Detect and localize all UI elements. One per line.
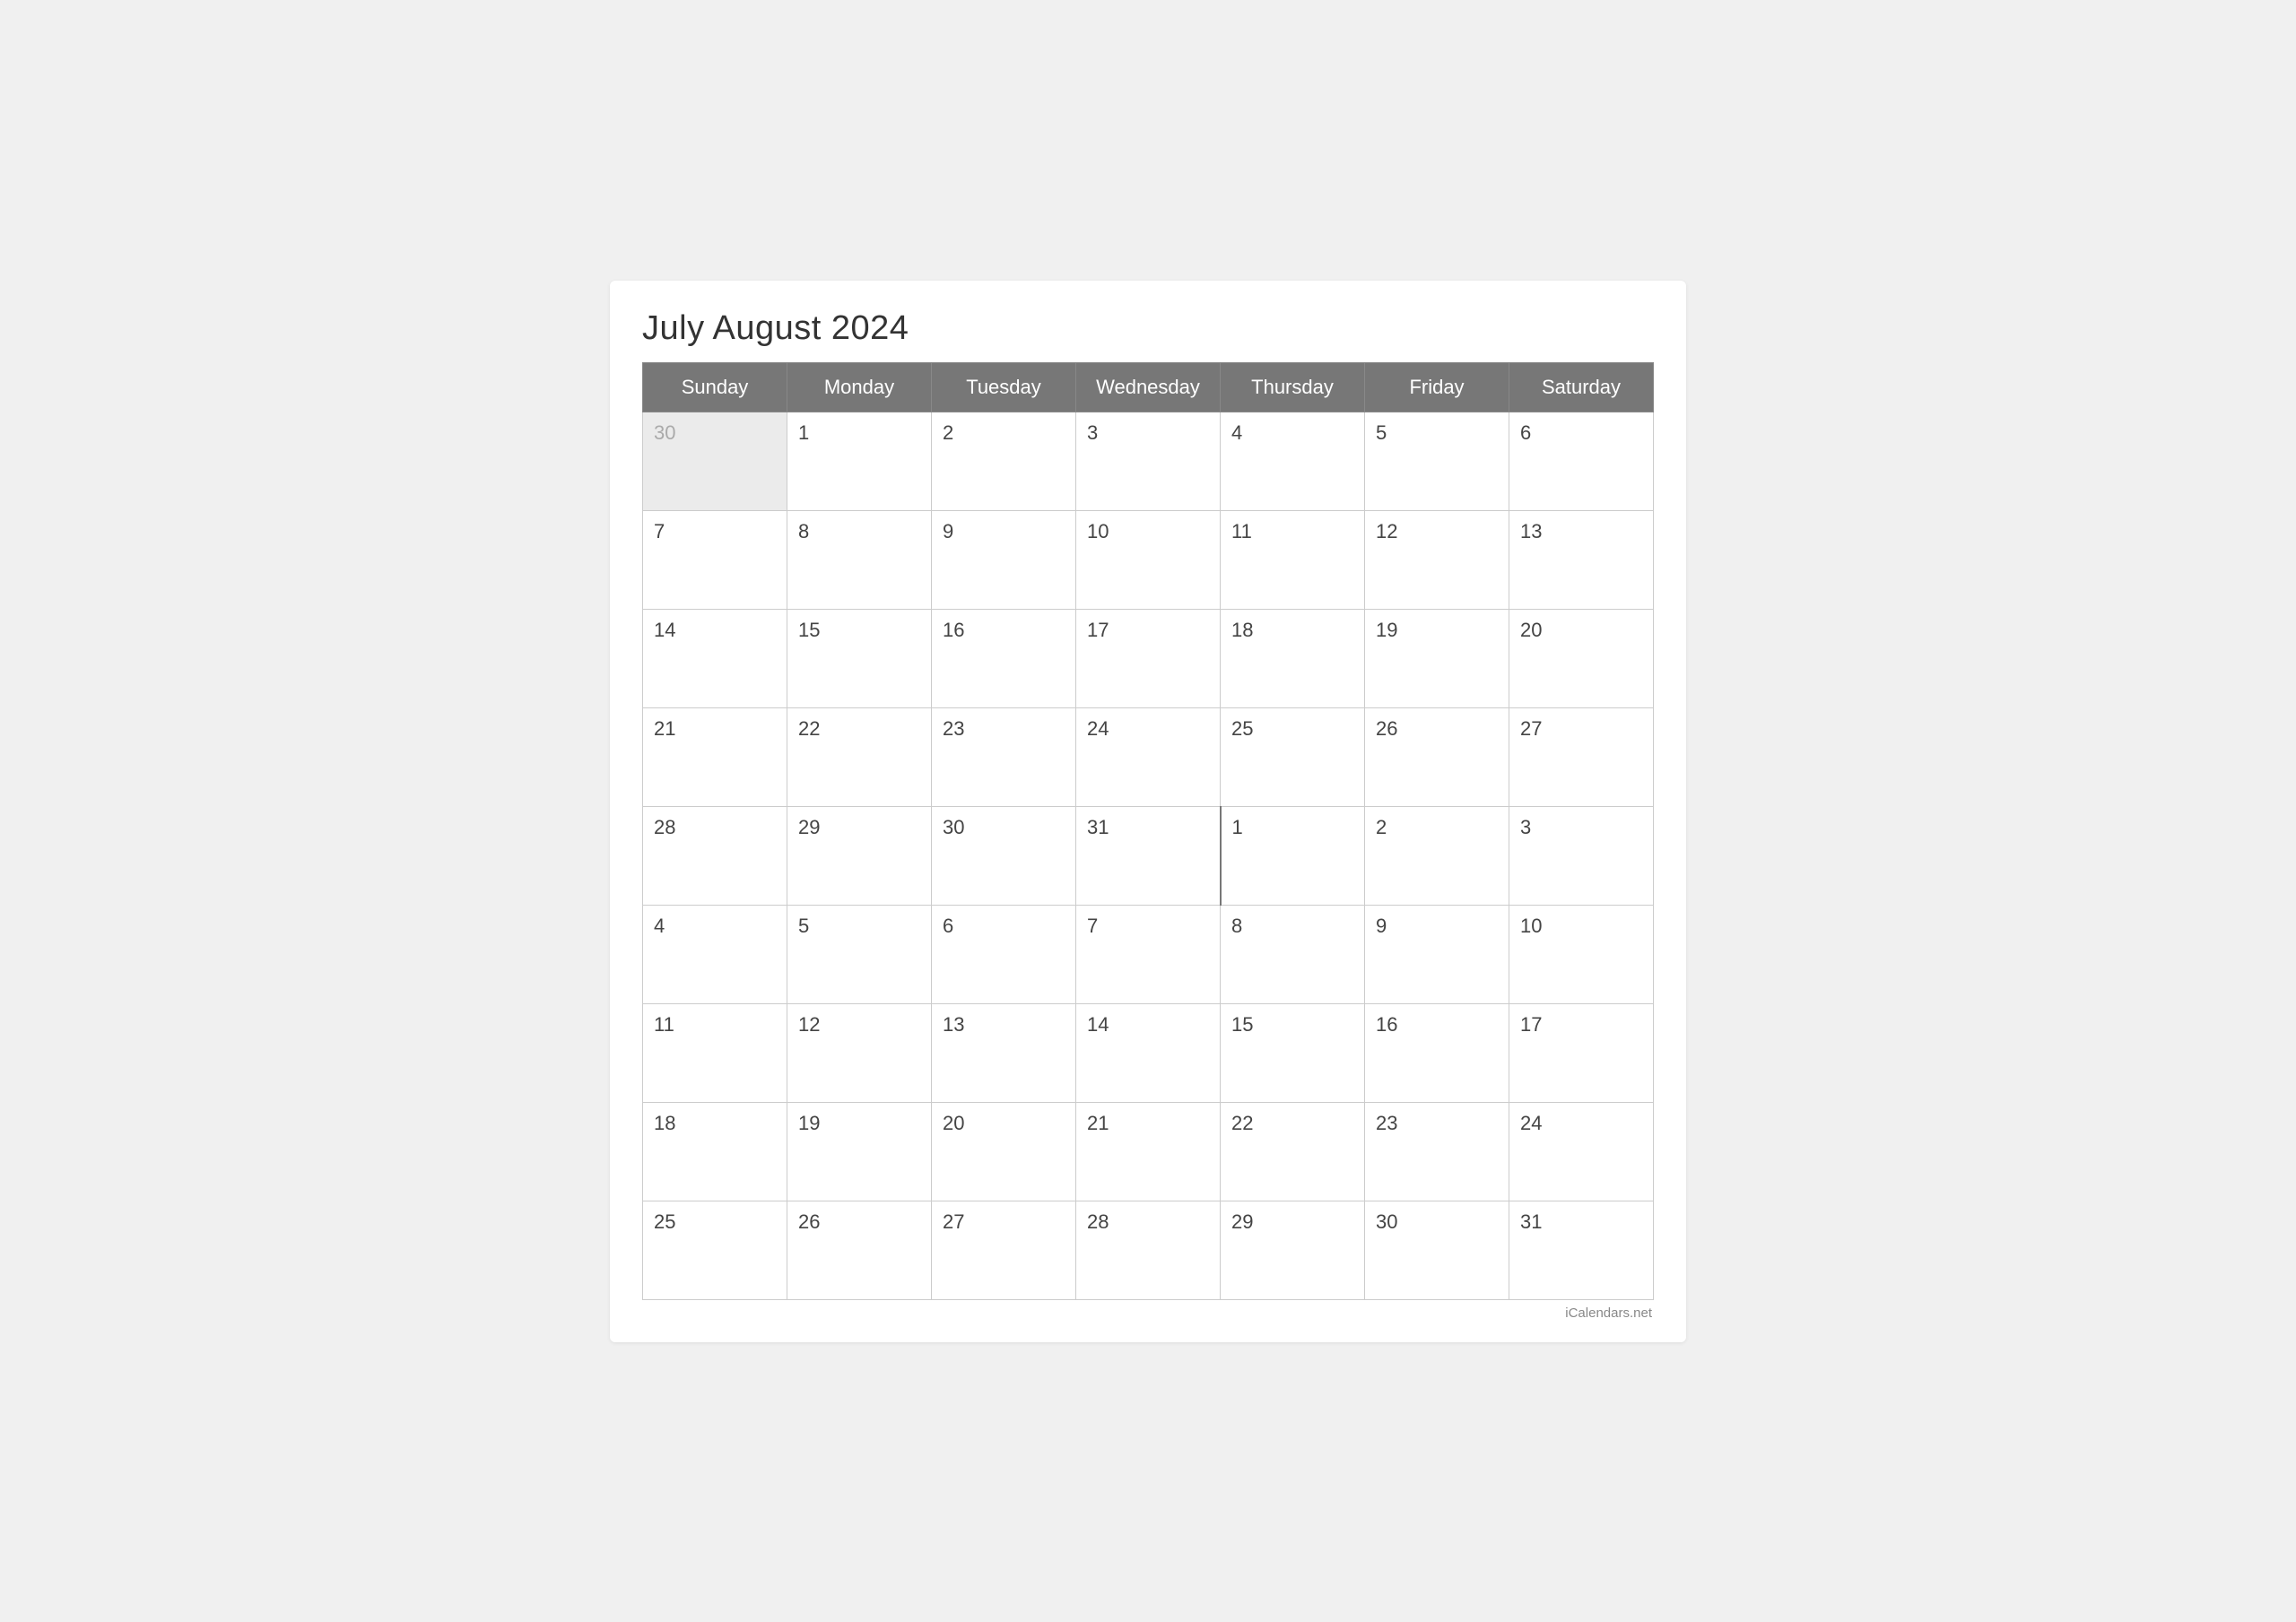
day-cell[interactable]: 23 [1365, 1102, 1509, 1201]
day-cell[interactable]: 7 [1076, 905, 1221, 1003]
day-cell[interactable]: 19 [1365, 609, 1509, 707]
week-row-2: 14151617181920 [643, 609, 1654, 707]
day-cell[interactable]: 5 [787, 905, 932, 1003]
watermark: iCalendars.net [642, 1305, 1654, 1321]
day-cell[interactable]: 20 [932, 1102, 1076, 1201]
header-cell-thursday: Thursday [1221, 362, 1365, 412]
header-cell-monday: Monday [787, 362, 932, 412]
header-cell-wednesday: Wednesday [1076, 362, 1221, 412]
day-cell[interactable]: 25 [1221, 707, 1365, 806]
day-cell[interactable]: 19 [787, 1102, 932, 1201]
day-cell[interactable]: 15 [787, 609, 932, 707]
day-cell[interactable]: 24 [1076, 707, 1221, 806]
week-row-8: 25262728293031 [643, 1201, 1654, 1299]
day-cell[interactable]: 4 [643, 905, 787, 1003]
day-cell[interactable]: 13 [932, 1003, 1076, 1102]
day-cell[interactable]: 2 [932, 412, 1076, 510]
day-cell[interactable]: 14 [643, 609, 787, 707]
week-row-6: 11121314151617 [643, 1003, 1654, 1102]
day-cell[interactable]: 30 [643, 412, 787, 510]
day-cell[interactable]: 4 [1221, 412, 1365, 510]
header-cell-friday: Friday [1365, 362, 1509, 412]
day-cell[interactable]: 22 [1221, 1102, 1365, 1201]
day-cell[interactable]: 26 [787, 1201, 932, 1299]
day-cell[interactable]: 20 [1509, 609, 1654, 707]
day-cell[interactable]: 17 [1509, 1003, 1654, 1102]
day-cell[interactable]: 13 [1509, 510, 1654, 609]
day-cell[interactable]: 29 [787, 806, 932, 905]
day-cell[interactable]: 31 [1076, 806, 1221, 905]
day-cell[interactable]: 31 [1509, 1201, 1654, 1299]
day-cell[interactable]: 1 [787, 412, 932, 510]
day-cell[interactable]: 9 [1365, 905, 1509, 1003]
day-cell[interactable]: 22 [787, 707, 932, 806]
day-cell[interactable]: 8 [787, 510, 932, 609]
day-cell[interactable]: 7 [643, 510, 787, 609]
day-cell[interactable]: 11 [643, 1003, 787, 1102]
week-row-5: 45678910 [643, 905, 1654, 1003]
calendar-body: 3012345678910111213141516171819202122232… [643, 412, 1654, 1299]
day-cell[interactable]: 5 [1365, 412, 1509, 510]
day-cell[interactable]: 18 [1221, 609, 1365, 707]
day-cell[interactable]: 8 [1221, 905, 1365, 1003]
day-cell[interactable]: 12 [787, 1003, 932, 1102]
day-cell[interactable]: 18 [643, 1102, 787, 1201]
week-row-1: 78910111213 [643, 510, 1654, 609]
day-cell[interactable]: 30 [1365, 1201, 1509, 1299]
header-cell-sunday: Sunday [643, 362, 787, 412]
header-row: SundayMondayTuesdayWednesdayThursdayFrid… [643, 362, 1654, 412]
calendar-header: SundayMondayTuesdayWednesdayThursdayFrid… [643, 362, 1654, 412]
day-cell[interactable]: 2 [1365, 806, 1509, 905]
day-cell[interactable]: 28 [643, 806, 787, 905]
day-cell[interactable]: 3 [1076, 412, 1221, 510]
day-cell[interactable]: 21 [1076, 1102, 1221, 1201]
day-cell[interactable]: 24 [1509, 1102, 1654, 1201]
day-cell[interactable]: 11 [1221, 510, 1365, 609]
calendar-title: July August 2024 [642, 309, 1654, 348]
header-cell-saturday: Saturday [1509, 362, 1654, 412]
day-cell[interactable]: 23 [932, 707, 1076, 806]
day-cell[interactable]: 12 [1365, 510, 1509, 609]
calendar-table: SundayMondayTuesdayWednesdayThursdayFrid… [642, 362, 1654, 1300]
day-cell[interactable]: 27 [1509, 707, 1654, 806]
day-cell[interactable]: 29 [1221, 1201, 1365, 1299]
week-row-0: 30123456 [643, 412, 1654, 510]
header-cell-tuesday: Tuesday [932, 362, 1076, 412]
day-cell[interactable]: 3 [1509, 806, 1654, 905]
day-cell[interactable]: 9 [932, 510, 1076, 609]
day-cell[interactable]: 16 [932, 609, 1076, 707]
day-cell[interactable]: 6 [932, 905, 1076, 1003]
day-cell[interactable]: 10 [1509, 905, 1654, 1003]
day-cell[interactable]: 1 [1221, 806, 1365, 905]
day-cell[interactable]: 10 [1076, 510, 1221, 609]
day-cell[interactable]: 30 [932, 806, 1076, 905]
day-cell[interactable]: 25 [643, 1201, 787, 1299]
day-cell[interactable]: 21 [643, 707, 787, 806]
week-row-4: 28293031123 [643, 806, 1654, 905]
calendar-container: July August 2024 SundayMondayTuesdayWedn… [610, 281, 1686, 1342]
day-cell[interactable]: 6 [1509, 412, 1654, 510]
week-row-7: 18192021222324 [643, 1102, 1654, 1201]
day-cell[interactable]: 16 [1365, 1003, 1509, 1102]
day-cell[interactable]: 17 [1076, 609, 1221, 707]
day-cell[interactable]: 15 [1221, 1003, 1365, 1102]
day-cell[interactable]: 27 [932, 1201, 1076, 1299]
day-cell[interactable]: 14 [1076, 1003, 1221, 1102]
week-row-3: 21222324252627 [643, 707, 1654, 806]
day-cell[interactable]: 28 [1076, 1201, 1221, 1299]
day-cell[interactable]: 26 [1365, 707, 1509, 806]
